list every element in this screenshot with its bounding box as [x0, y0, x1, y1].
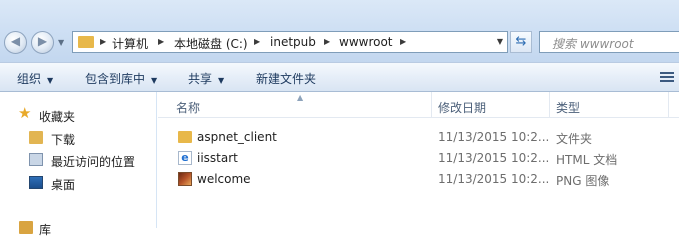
nav-item-recent-places[interactable]: 最近访问的位置 — [0, 150, 156, 170]
chevron-down-icon: ▼ — [218, 76, 225, 85]
organize-button[interactable]: 组织 ▼ — [17, 70, 53, 87]
breadcrumb-separator-icon[interactable]: ▶ — [254, 37, 260, 46]
file-type: HTML 文档 — [556, 153, 618, 167]
file-list: ▲ 名称 修改日期 类型 aspnet_client 11/13/2015 10… — [158, 92, 679, 228]
view-options-icon[interactable] — [660, 72, 674, 82]
address-history-dropdown-icon[interactable]: ▼ — [497, 37, 503, 46]
column-header-row: ▲ 名称 修改日期 类型 — [158, 92, 679, 118]
nav-item-label: 桌面 — [51, 178, 76, 192]
forward-arrow-icon: ▶ — [37, 34, 48, 48]
breadcrumb-separator-icon[interactable]: ▶ — [158, 37, 164, 46]
file-type: PNG 图像 — [556, 174, 610, 188]
column-header-type[interactable]: 类型 — [556, 99, 580, 116]
breadcrumb-local-disk[interactable]: 本地磁盘 (C:) — [174, 35, 248, 52]
file-name: welcome — [197, 172, 251, 186]
png-image-icon — [178, 172, 192, 186]
recent-places-icon — [29, 153, 43, 166]
desktop-icon — [29, 176, 43, 189]
refresh-button[interactable]: ⇆ — [510, 31, 532, 53]
command-toolbar: 组织 ▼ 包含到库中 ▼ 共享 ▼ 新建文件夹 — [0, 62, 679, 92]
column-header-name[interactable]: 名称 — [176, 99, 200, 116]
column-header-modified[interactable]: 修改日期 — [438, 99, 486, 116]
refresh-icon: ⇆ — [515, 34, 527, 49]
include-in-library-button[interactable]: 包含到库中 ▼ — [85, 70, 157, 87]
breadcrumb-wwwroot[interactable]: wwwroot — [339, 35, 393, 49]
organize-label: 组织 — [17, 72, 42, 86]
libraries-icon — [19, 221, 33, 234]
search-placeholder: wwwroot — [552, 35, 634, 52]
table-row[interactable]: aspnet_client 11/13/2015 10:2... 文件夹 — [158, 127, 679, 148]
folder-icon — [178, 131, 192, 143]
downloads-folder-icon — [29, 131, 43, 144]
nav-item-libraries[interactable]: 库 — [0, 218, 156, 238]
file-modified: 11/13/2015 10:2... — [438, 151, 550, 165]
file-name: iisstart — [197, 151, 238, 165]
address-bar-region: ◀ ▶ ▼ ▶ 计算机 ▶ 本地磁盘 (C:) ▶ inetpub ▶ wwwr… — [0, 0, 679, 62]
star-icon: ★ — [18, 104, 32, 122]
nav-item-downloads[interactable]: 下载 — [0, 128, 156, 148]
file-modified: 11/13/2015 10:2... — [438, 172, 550, 186]
share-label: 共享 — [188, 72, 213, 86]
column-divider[interactable] — [549, 92, 550, 117]
nav-item-label: 下载 — [51, 133, 76, 147]
chevron-down-icon: ▼ — [47, 76, 54, 85]
nav-item-favorites[interactable]: ★ 收藏夹 — [0, 105, 156, 125]
folder-icon — [78, 36, 94, 48]
column-divider[interactable] — [431, 92, 432, 117]
address-bar[interactable]: ▶ 计算机 ▶ 本地磁盘 (C:) ▶ inetpub ▶ wwwroot ▶ … — [72, 31, 508, 53]
nav-item-desktop[interactable]: 桌面 — [0, 173, 156, 193]
table-row[interactable]: e iisstart 11/13/2015 10:2... HTML 文档 — [158, 148, 679, 169]
back-button[interactable]: ◀ — [4, 31, 27, 54]
search-input[interactable]: wwwroot — [539, 31, 679, 53]
nav-item-label: 库 — [39, 223, 52, 237]
table-row[interactable]: welcome 11/13/2015 10:2... PNG 图像 — [158, 169, 679, 190]
forward-button[interactable]: ▶ — [31, 31, 54, 54]
nav-item-label: 收藏夹 — [39, 110, 76, 124]
include-in-library-label: 包含到库中 — [85, 72, 146, 86]
recent-pages-dropdown-icon[interactable]: ▼ — [58, 38, 64, 47]
chevron-down-icon: ▼ — [151, 76, 158, 85]
sort-ascending-icon: ▲ — [297, 93, 304, 102]
new-folder-button[interactable]: 新建文件夹 — [256, 70, 316, 87]
file-name: aspnet_client — [197, 130, 277, 144]
navigation-pane: ★ 收藏夹 下载 最近访问的位置 桌面 库 — [0, 92, 157, 237]
breadcrumb-separator-icon[interactable]: ▶ — [324, 37, 330, 46]
column-divider[interactable] — [668, 92, 669, 117]
nav-item-label: 最近访问的位置 — [51, 155, 136, 169]
file-modified: 11/13/2015 10:2... — [438, 130, 550, 144]
breadcrumb-separator-icon[interactable]: ▶ — [100, 37, 106, 46]
breadcrumb-inetpub[interactable]: inetpub — [270, 35, 316, 49]
ie-html-icon: e — [178, 151, 192, 165]
file-type: 文件夹 — [556, 132, 593, 146]
breadcrumb-computer[interactable]: 计算机 — [112, 35, 148, 52]
back-arrow-icon: ◀ — [10, 34, 21, 48]
breadcrumb-separator-icon[interactable]: ▶ — [400, 37, 406, 46]
share-button[interactable]: 共享 ▼ — [188, 70, 224, 87]
